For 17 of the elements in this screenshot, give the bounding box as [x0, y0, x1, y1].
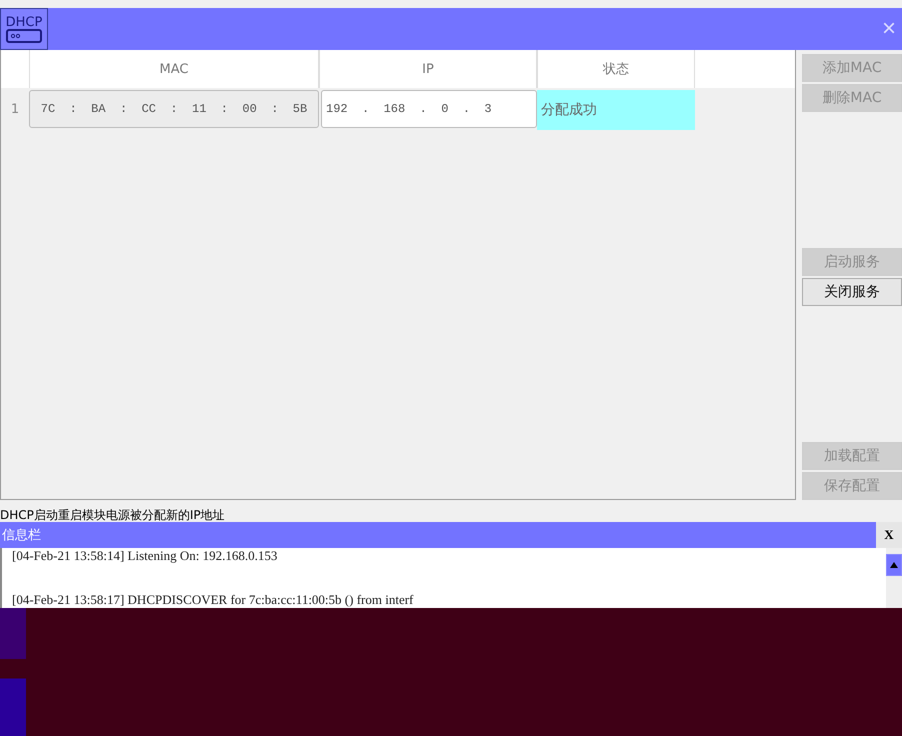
- info-title: 信息栏: [1, 527, 41, 544]
- log-line: [04-Feb-21 13:58:17] DHCPDISCOVER for 7c:ba:cc:11:00:5b () from interf: [12, 592, 414, 608]
- side-button[interactable]: 关闭服务: [802, 278, 902, 306]
- close-button[interactable]: ×: [876, 15, 902, 43]
- log-line: [04-Feb-21 13:58:14] Listening On: 192.168.0.153: [12, 548, 278, 564]
- mac-field[interactable]: 7C : BA : CC : 11 : 00 : 5B: [29, 90, 319, 128]
- scroll-up-button[interactable]: [886, 554, 902, 576]
- dhcp-logo: DHCP: [0, 8, 48, 50]
- ip-field[interactable]: 192 . 168 . 0 . 3: [321, 90, 537, 128]
- column-header: IP: [319, 50, 537, 88]
- triangle-icon: [890, 562, 898, 568]
- row-number: 1: [10, 100, 20, 118]
- column-header: 状态: [537, 50, 695, 88]
- close-button[interactable]: X: [876, 522, 902, 548]
- column-header: MAC: [29, 50, 319, 88]
- status-text: DHCP启动重启模块电源被分配新的IP地址: [0, 508, 225, 522]
- status-cell: 分配成功: [537, 90, 695, 130]
